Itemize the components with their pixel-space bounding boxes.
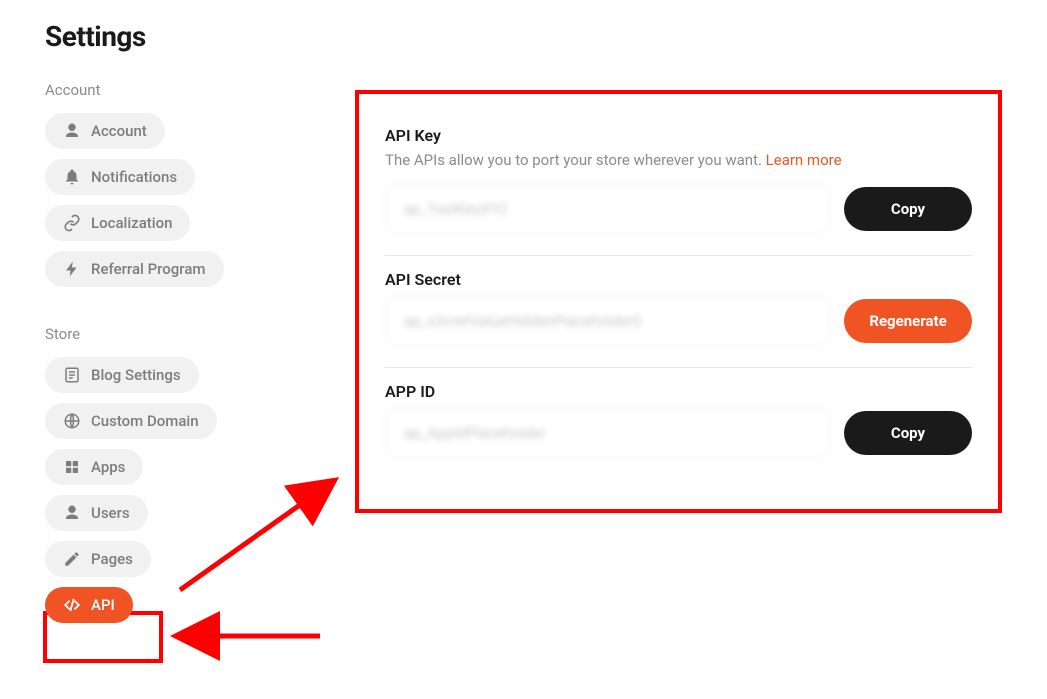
sidebar-item-label: Apps [91, 458, 125, 476]
sidebar-item-label: Users [91, 504, 130, 522]
sidebar-item-users[interactable]: Users [45, 495, 148, 531]
sidebar-item-label: Account [91, 122, 147, 140]
grid-icon [63, 458, 81, 476]
sidebar-item-label: Referral Program [91, 260, 206, 278]
sidebar-item-blog[interactable]: Blog Settings [45, 357, 199, 393]
regenerate-secret-button[interactable]: Regenerate [844, 299, 972, 343]
sidebar-item-api[interactable]: API [45, 587, 133, 623]
section-label-account: Account [45, 81, 315, 99]
sidebar-item-apps[interactable]: Apps [45, 449, 143, 485]
section-label-store: Store [45, 325, 315, 343]
sidebar-item-localization[interactable]: Localization [45, 205, 190, 241]
api-key-field[interactable]: ap_TestKeyXYZ [385, 183, 830, 235]
api-panel-highlight: API Key The APIs allow you to port your … [355, 90, 1002, 513]
api-key-block: API Key The APIs allow you to port your … [385, 112, 972, 256]
globe-icon [63, 412, 81, 430]
copy-app-id-button[interactable]: Copy [844, 411, 972, 455]
bell-icon [63, 168, 81, 186]
nav-group-account: Account Account Notifications Localizati… [45, 81, 315, 297]
sidebar-item-label: Blog Settings [91, 366, 181, 384]
api-secret-field[interactable]: ap_s3cretValueHiddenPlaceholder0 [385, 295, 830, 347]
learn-more-link[interactable]: Learn more [766, 151, 842, 169]
person-icon [63, 504, 81, 522]
pen-icon [63, 550, 81, 568]
sidebar-item-domain[interactable]: Custom Domain [45, 403, 217, 439]
app-id-field[interactable]: ap_AppIdPlaceholder [385, 407, 830, 459]
app-id-block: APP ID ap_AppIdPlaceholder Copy [385, 368, 972, 479]
bolt-icon [63, 260, 81, 278]
sidebar-item-label: Localization [91, 214, 172, 232]
person-icon [63, 122, 81, 140]
settings-sidebar: Settings Account Account Notifications [45, 20, 315, 661]
app-id-label: APP ID [385, 382, 972, 401]
sidebar-item-notifications[interactable]: Notifications [45, 159, 195, 195]
nav-group-store: Store Blog Settings Custom Domain Apps [45, 325, 315, 633]
copy-api-key-button[interactable]: Copy [844, 187, 972, 231]
sidebar-item-account[interactable]: Account [45, 113, 165, 149]
main-content: API Key The APIs allow you to port your … [355, 20, 1002, 661]
api-secret-label: API Secret [385, 270, 972, 289]
link-icon [63, 214, 81, 232]
api-key-label: API Key [385, 126, 972, 145]
sidebar-item-label: Pages [91, 550, 133, 568]
code-icon [63, 596, 81, 614]
api-key-description: The APIs allow you to port your store wh… [385, 151, 972, 169]
sidebar-item-label: Custom Domain [91, 412, 199, 430]
sidebar-item-label: Notifications [91, 168, 177, 186]
api-secret-block: API Secret ap_s3cretValueHiddenPlacehold… [385, 256, 972, 368]
sidebar-item-pages[interactable]: Pages [45, 541, 151, 577]
sidebar-item-label: API [91, 596, 115, 614]
page-title: Settings [45, 20, 315, 53]
doc-icon [63, 366, 81, 384]
sidebar-item-referral[interactable]: Referral Program [45, 251, 224, 287]
